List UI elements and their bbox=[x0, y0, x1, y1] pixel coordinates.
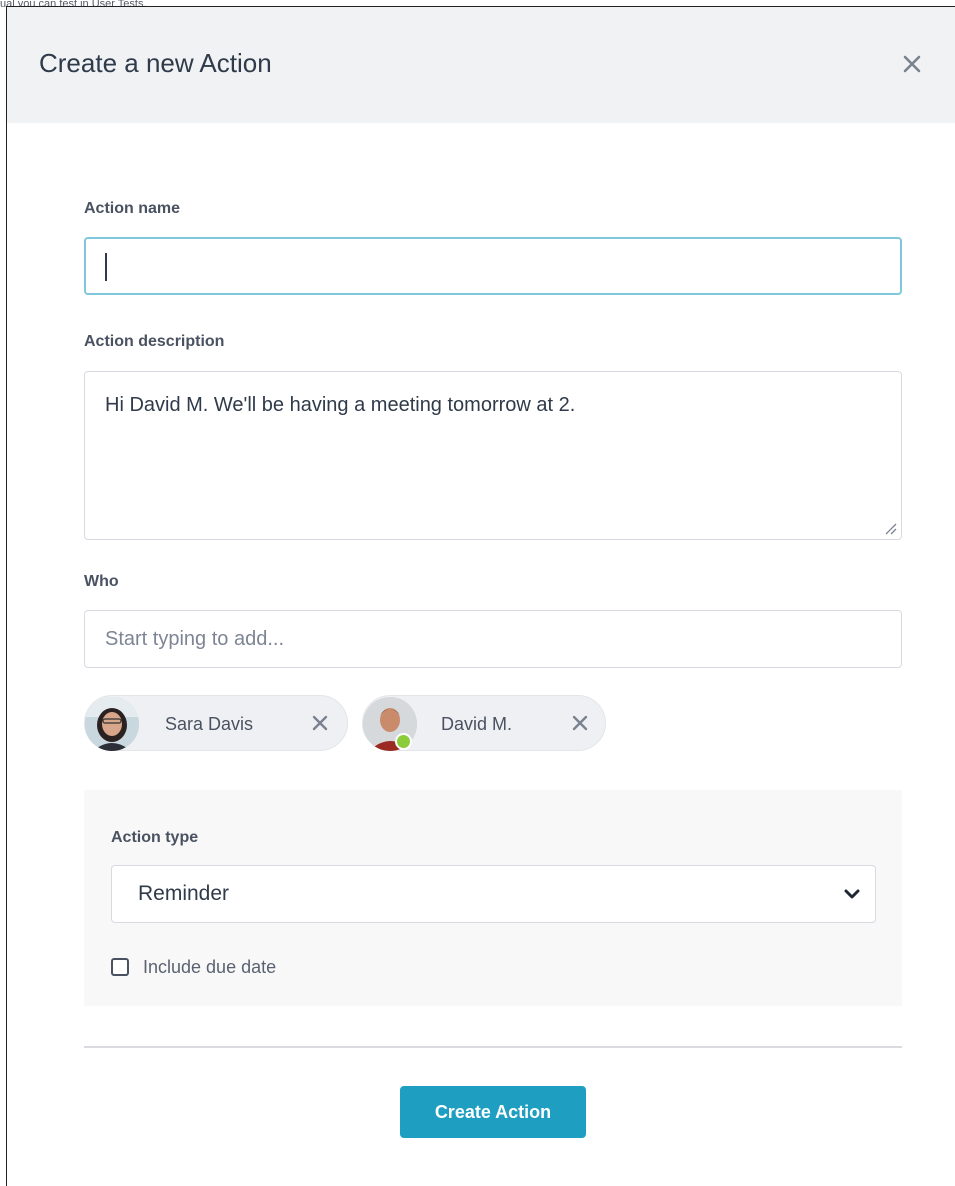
text-caret bbox=[105, 253, 107, 281]
person-chip-sara: Sara Davis bbox=[84, 695, 348, 751]
create-action-button[interactable]: Create Action bbox=[400, 1086, 586, 1138]
modal-header: Create a new Action bbox=[7, 7, 955, 123]
person-name: Sara Davis bbox=[165, 714, 254, 734]
action-description-label: Action description bbox=[84, 333, 225, 350]
include-due-date-checkbox[interactable] bbox=[111, 958, 129, 976]
create-action-modal: Create a new Action Action name Action d… bbox=[6, 6, 955, 1186]
remove-person-button[interactable] bbox=[569, 712, 591, 734]
action-description-text: Hi David M. We'll be having a meeting to… bbox=[105, 394, 576, 416]
chevron-down-icon bbox=[844, 889, 860, 899]
action-name-label: Action name bbox=[84, 200, 181, 217]
who-label: Who bbox=[84, 573, 119, 590]
person-name: David M. bbox=[441, 714, 513, 734]
resize-handle-icon[interactable] bbox=[883, 521, 897, 535]
action-description-textarea[interactable]: Hi David M. We'll be having a meeting to… bbox=[84, 371, 902, 540]
modal-title: Create a new Action bbox=[39, 48, 272, 78]
close-icon bbox=[572, 715, 588, 731]
action-name-input[interactable] bbox=[84, 237, 902, 295]
online-status-indicator bbox=[395, 733, 412, 750]
close-button[interactable] bbox=[899, 51, 925, 77]
action-type-label: Action type bbox=[111, 829, 199, 846]
footer-divider bbox=[84, 1046, 902, 1048]
action-type-panel: Action type Reminder Include due date bbox=[84, 790, 902, 1006]
action-type-select[interactable]: Reminder bbox=[111, 865, 876, 923]
include-due-date-label: Include due date bbox=[143, 957, 277, 977]
avatar bbox=[85, 697, 139, 751]
action-type-selected-value: Reminder bbox=[138, 882, 230, 905]
remove-person-button[interactable] bbox=[309, 712, 331, 734]
close-icon bbox=[312, 715, 328, 731]
who-search-input[interactable] bbox=[84, 610, 902, 668]
close-icon bbox=[903, 55, 921, 73]
